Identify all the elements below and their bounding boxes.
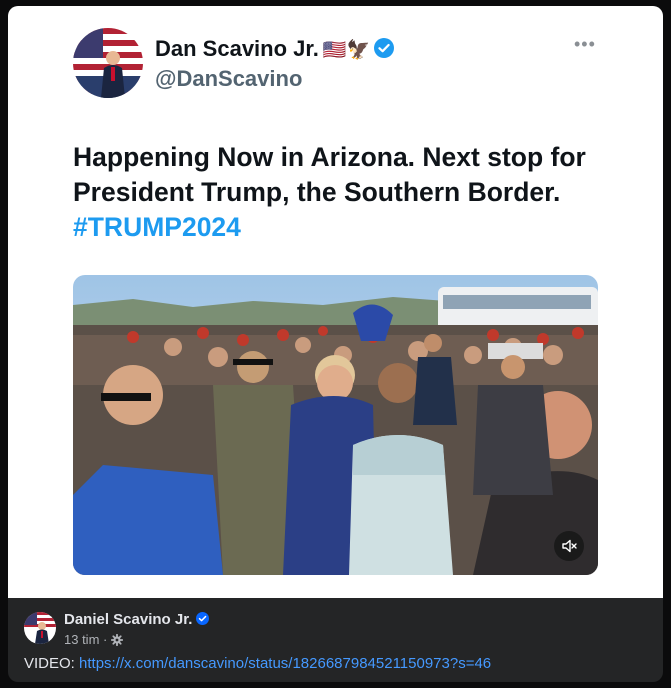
author-avatar[interactable]: [24, 612, 56, 644]
post-meta: 13 tim ·: [64, 632, 123, 647]
rally-crowd-image: [73, 275, 598, 575]
mute-button[interactable]: [554, 531, 584, 561]
tweet-hashtag: #TRUMP2024: [73, 212, 241, 242]
author-name[interactable]: Daniel Scavino Jr.: [64, 611, 210, 628]
post-timestamp[interactable]: 13 tim: [64, 632, 99, 647]
tweet-display-name: Dan Scavino Jr. 🇺🇸🦅: [155, 36, 395, 62]
tweet-handle: @DanScavino: [155, 66, 303, 91]
verified-badge-icon: [196, 612, 210, 625]
tweet-name-emoji: 🇺🇸🦅: [322, 40, 371, 61]
tweet-body-text: Happening Now in Arizona. Next stop for …: [73, 142, 586, 207]
speaker-muted-icon: [562, 539, 577, 553]
post-link[interactable]: https://x.com/danscavino/status/18266879…: [79, 655, 491, 672]
tweet-screenshot-media[interactable]: Dan Scavino Jr. 🇺🇸🦅 @DanScavino ••• Happe…: [8, 6, 663, 598]
rally-video[interactable]: [73, 275, 598, 575]
post-body-prefix: VIDEO:: [24, 655, 75, 672]
tweet-display-name-text: Dan Scavino Jr.: [155, 36, 319, 61]
post-body: VIDEO: https://x.com/danscavino/status/1…: [24, 655, 491, 672]
author-name-text[interactable]: Daniel Scavino Jr.: [64, 611, 192, 628]
facebook-post-card: Dan Scavino Jr. 🇺🇸🦅 @DanScavino ••• Happe…: [8, 6, 663, 682]
verified-badge-icon: [374, 38, 395, 58]
tweet-text: Happening Now in Arizona. Next stop for …: [73, 140, 613, 245]
more-horizontal-icon: •••: [574, 34, 596, 54]
tweet-avatar: [73, 28, 143, 98]
meta-separator: ·: [103, 632, 108, 647]
gear-icon[interactable]: [111, 634, 123, 646]
